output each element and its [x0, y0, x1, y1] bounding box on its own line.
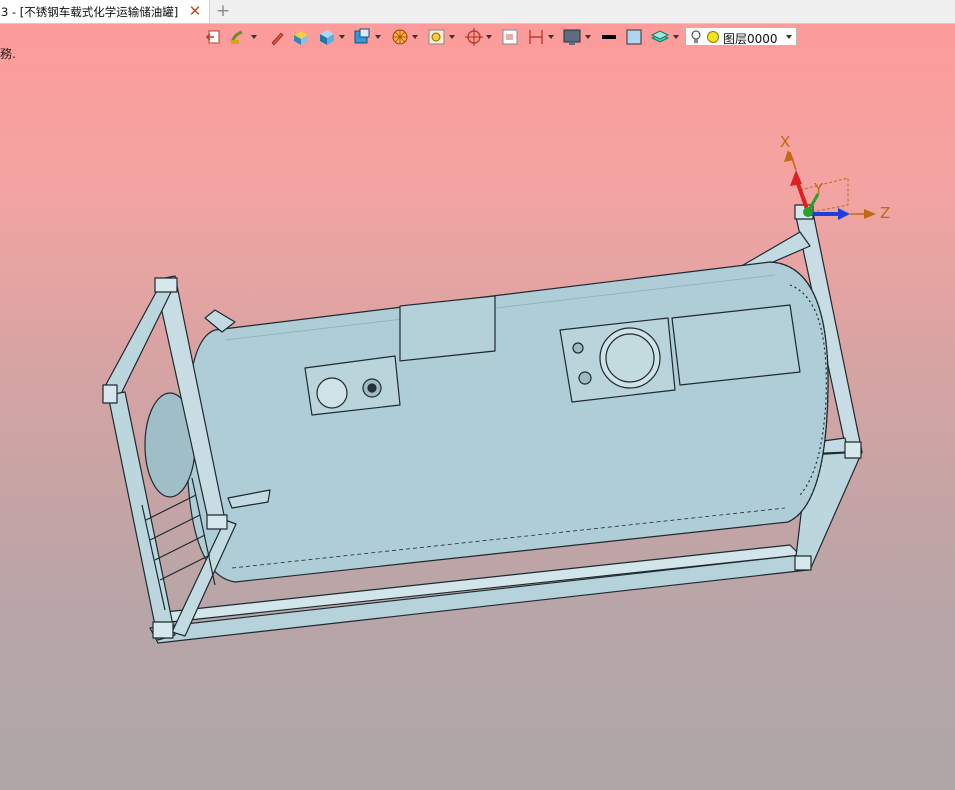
z-axis-label: Z [880, 204, 890, 222]
tank-model[interactable] [102, 204, 863, 644]
frame-left-brace-top [102, 284, 173, 401]
z-axis-head [838, 208, 850, 220]
x-axis-tip [784, 150, 794, 162]
z-axis-tip [864, 209, 876, 219]
y-axis-label: Y [813, 180, 824, 198]
corner-casting [844, 441, 862, 459]
triad-origin [803, 207, 813, 217]
corner-casting [152, 621, 174, 639]
corner-casting [206, 514, 228, 530]
x-axis-label: X [780, 133, 790, 151]
x-axis-head [790, 170, 802, 186]
corner-casting [794, 555, 812, 571]
corner-casting [102, 384, 118, 404]
corner-casting [154, 277, 178, 293]
model-scene: X Y Z [102, 133, 890, 644]
tank-shell [186, 261, 829, 583]
x-axis-ext [789, 151, 797, 171]
